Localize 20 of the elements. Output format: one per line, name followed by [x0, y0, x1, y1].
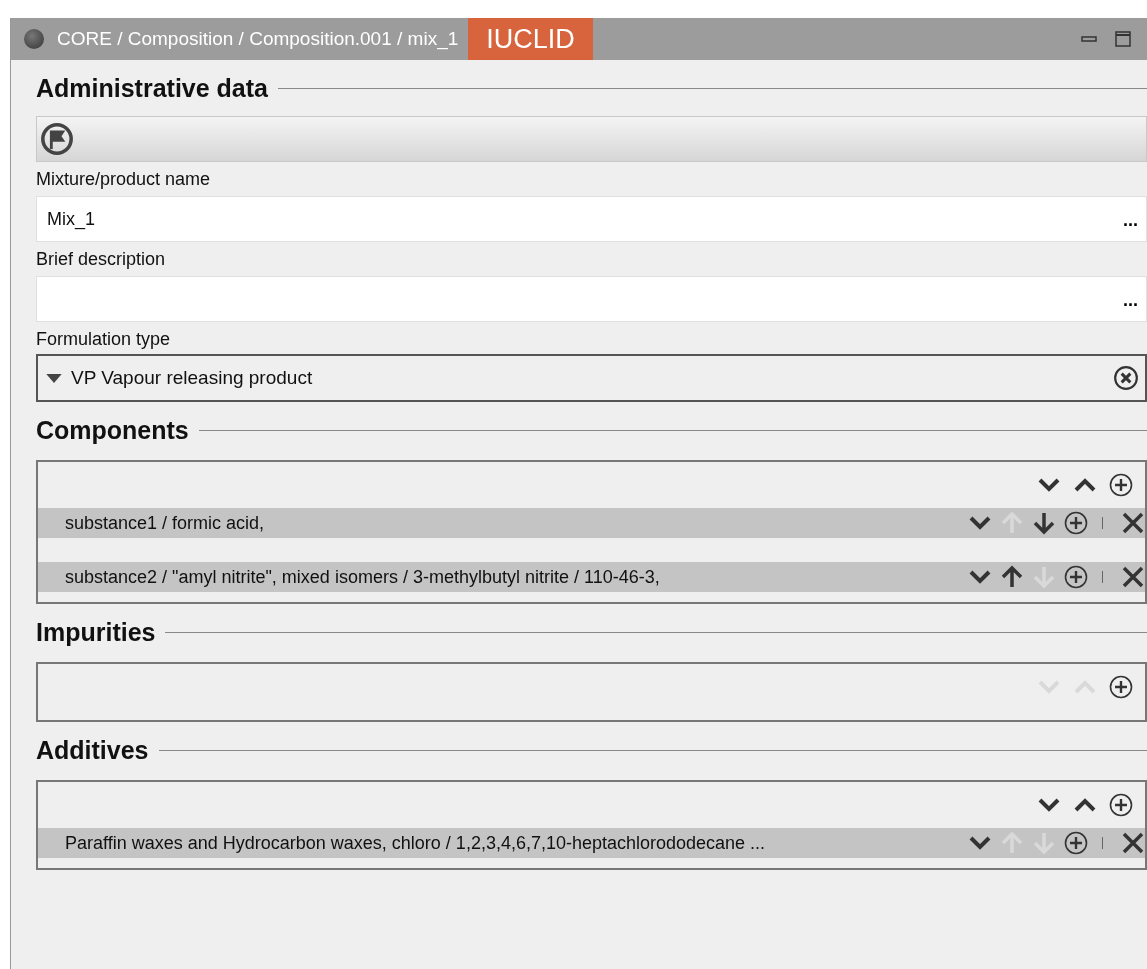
- row-text: Paraffin waxes and Hydrocarbon waxes, chloro / 1,2,3,4,6,7,10-heptachlorododecane ...: [65, 832, 766, 854]
- section-heading: Components: [36, 415, 189, 445]
- app-badge: IUCLID: [468, 18, 593, 60]
- more-button[interactable]: ...: [1123, 289, 1138, 311]
- section-heading: Impurities: [36, 617, 156, 647]
- text-field[interactable]: ...: [36, 276, 1147, 322]
- list-row[interactable]: Paraffin waxes and Hydrocarbon waxes, chloro / 1,2,3,4,6,7,10-heptachlorododecane ...: [38, 828, 1145, 858]
- list-row[interactable]: substance2 / "amyl nitrite", mixed isomers / 3-methylbutyl nitrite / 110-46-3,: [38, 562, 1145, 592]
- window-title: CORE / Composition / Composition.001 / mix_1: [57, 28, 459, 50]
- field-label: Mixture/product name: [36, 169, 212, 190]
- list-row[interactable]: substance1 / formic acid,: [38, 508, 1145, 538]
- row-text: substance2 / "amyl nitrite", mixed isomers / 3-methylbutyl nitrite / 110-46-3,: [65, 566, 660, 588]
- row-text: substance1 / formic acid,: [65, 512, 265, 534]
- text-field[interactable]: Mix_1 ...: [36, 196, 1147, 242]
- section-heading: Administrative data: [36, 73, 268, 103]
- dropdown-field[interactable]: VP Vapour releasing product: [36, 354, 1147, 402]
- field-label: Formulation type: [36, 329, 172, 350]
- field-label: Brief description: [36, 249, 167, 270]
- more-button[interactable]: ...: [1123, 209, 1138, 231]
- section-heading: Additives: [36, 735, 149, 765]
